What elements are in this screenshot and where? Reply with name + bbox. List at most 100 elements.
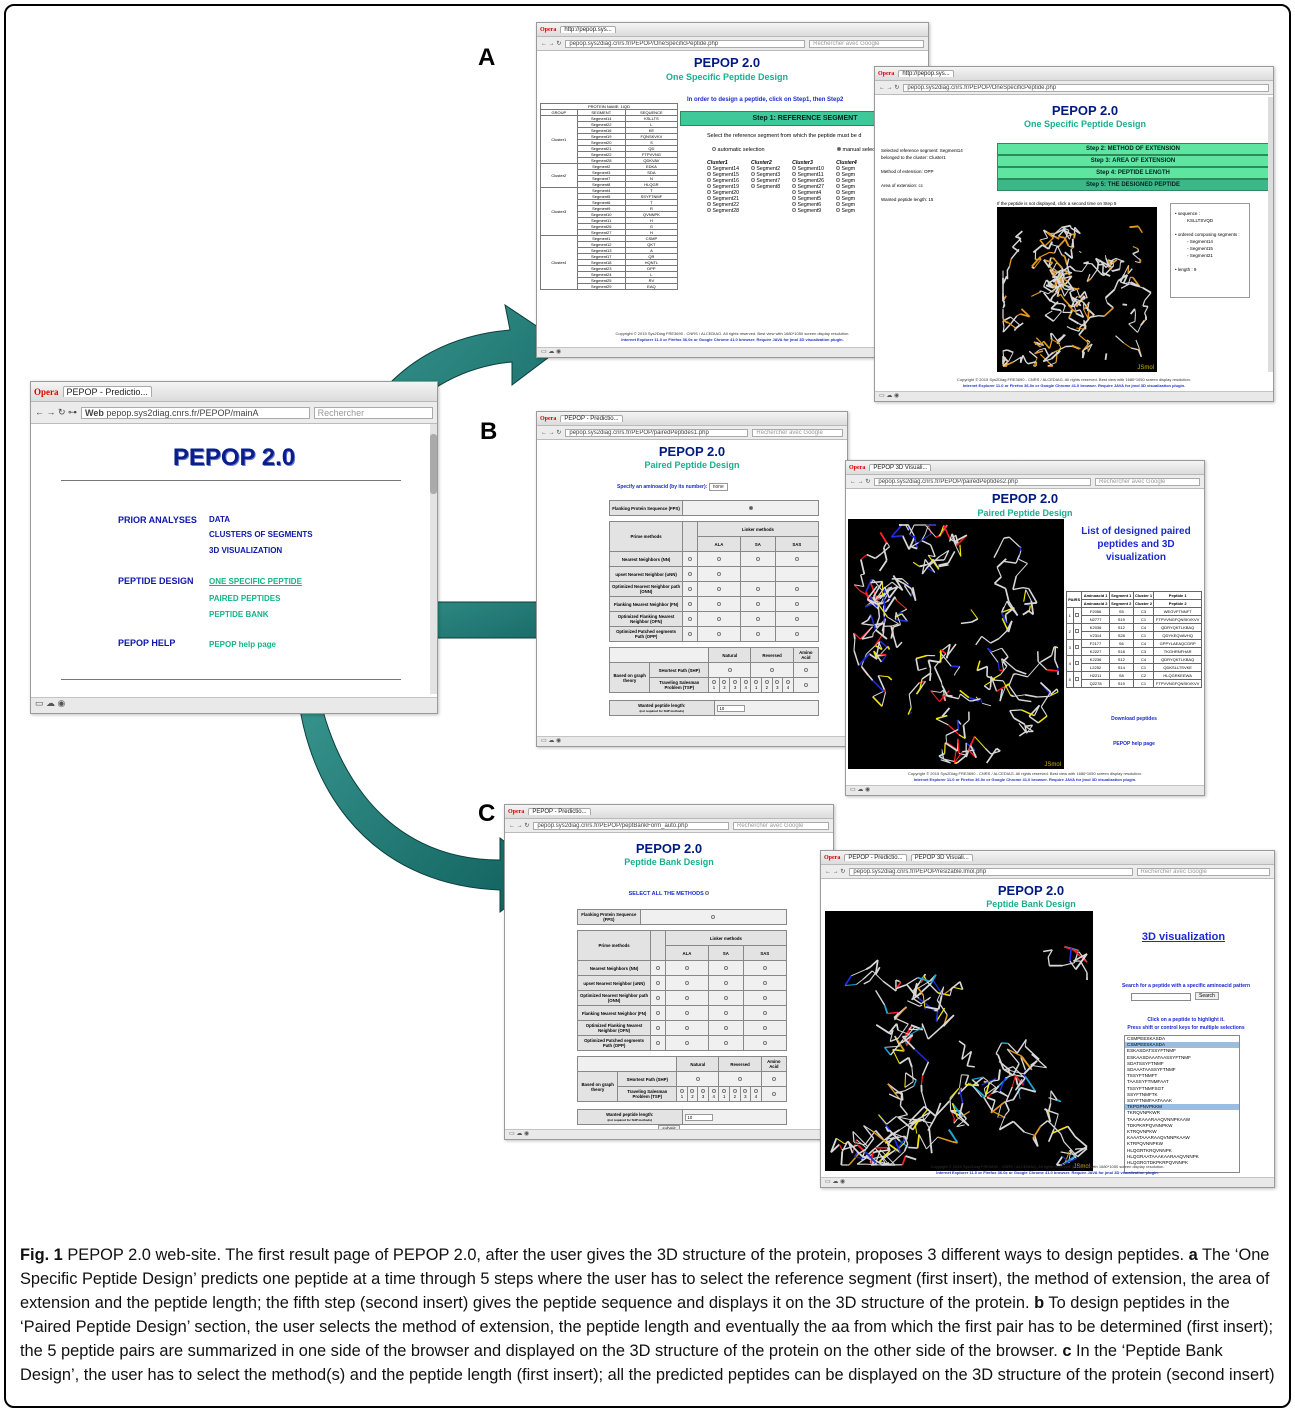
fps-radio[interactable]: [711, 914, 716, 919]
graph-radio[interactable]: [743, 680, 748, 684]
scrollbar[interactable]: [430, 424, 437, 694]
radio[interactable]: [707, 190, 711, 194]
graph-radio[interactable]: [701, 1089, 706, 1093]
graph-radio[interactable]: [679, 1089, 684, 1093]
tab-main[interactable]: PEPOP - Predictio...: [62, 386, 152, 397]
tab[interactable]: PEPOP - Predictio...: [844, 854, 907, 861]
help-link[interactable]: PEPOP help page: [1066, 741, 1202, 747]
method-radio[interactable]: [684, 1010, 689, 1015]
graph-radio[interactable]: [722, 680, 727, 684]
graph-radio[interactable]: [690, 1089, 695, 1093]
search-field[interactable]: Rechercher avec Google: [752, 428, 843, 437]
method-radio[interactable]: [755, 556, 760, 561]
opera-logo[interactable]: Opera: [508, 809, 524, 815]
radio[interactable]: [792, 166, 797, 170]
menu-link-3d[interactable]: 3D VISUALIZATION: [209, 546, 282, 555]
specify-select[interactable]: none: [708, 483, 728, 491]
auto-selection[interactable]: automatic selection: [712, 147, 765, 153]
graph-radio[interactable]: [764, 680, 769, 684]
pair-checkbox[interactable]: [1075, 677, 1080, 681]
molecule-viewer-c[interactable]: JSmol: [825, 911, 1093, 1171]
pair-row[interactable]: L2252 S14 C1 QDKSLLTSVKE: [1067, 663, 1202, 672]
nav-icons[interactable]: ← → ↻: [850, 478, 870, 485]
wanted-length-input[interactable]: 10: [716, 704, 746, 712]
graph-radio[interactable]: [711, 680, 716, 684]
step4-bar[interactable]: Step 4: PEPTIDE LENGTH: [997, 167, 1269, 179]
nav-icons[interactable]: ← → ↻: [541, 429, 561, 436]
radio[interactable]: [836, 184, 841, 188]
method-radio[interactable]: [687, 556, 692, 561]
tab[interactable]: PEPOP - Predictio...: [560, 415, 623, 422]
nav-icons[interactable]: ← → ↻: [879, 84, 899, 91]
method-radio[interactable]: [794, 631, 799, 636]
tab[interactable]: http://pepop.sys...: [560, 26, 616, 33]
step2-bar[interactable]: Step 2: METHOD OF EXTENSION: [997, 143, 1269, 155]
radio[interactable]: [836, 202, 841, 206]
menu-link-bank[interactable]: PEPTIDE BANK: [209, 610, 269, 619]
radio[interactable]: [707, 172, 711, 176]
radio[interactable]: [836, 172, 841, 176]
method-radio[interactable]: [755, 601, 760, 606]
graph-radio[interactable]: [727, 667, 732, 672]
nav-icons[interactable]: ← → ↻ ⊶: [35, 407, 77, 418]
graph-radio[interactable]: [695, 1076, 700, 1081]
radio[interactable]: [750, 184, 755, 188]
radio[interactable]: [792, 178, 797, 182]
radio[interactable]: [836, 190, 841, 194]
pattern-input[interactable]: [1131, 993, 1191, 1001]
radio[interactable]: [707, 202, 711, 206]
radio[interactable]: [707, 208, 711, 212]
tab[interactable]: PEPOP - Predictio...: [528, 808, 591, 815]
url-field[interactable]: pepop.sys2diag.cnrs.fr/PEPOP/pairedPepti…: [565, 428, 749, 437]
method-radio[interactable]: [655, 1025, 660, 1030]
method-radio[interactable]: [684, 965, 689, 970]
tab[interactable]: PEPOP 3D Visuali...: [869, 464, 932, 471]
radio[interactable]: [707, 178, 711, 182]
pair-row[interactable]: 1 F2056 S5 C3 WEGVFTNNFT: [1066, 607, 1202, 624]
method-radio[interactable]: [687, 631, 692, 636]
radio[interactable]: [792, 202, 797, 206]
method-radio[interactable]: [684, 1025, 689, 1030]
nav-icons[interactable]: ← → ↻: [825, 868, 845, 875]
segment-radio-item[interactable]: Segment9: [792, 208, 824, 214]
search-field[interactable]: Rechercher avec Google: [809, 39, 924, 48]
radio[interactable]: [707, 196, 711, 200]
method-radio[interactable]: [716, 586, 721, 591]
method-radio[interactable]: [716, 631, 721, 636]
graph-radio[interactable]: [738, 1076, 743, 1081]
method-radio[interactable]: [684, 1040, 689, 1045]
opera-logo[interactable]: Opera: [878, 71, 894, 77]
method-radio[interactable]: [762, 1040, 767, 1045]
opera-logo[interactable]: Opera: [540, 27, 556, 33]
graph-radio[interactable]: [803, 667, 808, 672]
peptide-list[interactable]: CSMPEESKASDA CSMPEESKASDA ESKASDATSSYFTNMF…: [1124, 1035, 1240, 1173]
pair-row[interactable]: 5 H2211 S8 C2 HLQGRKEEWA: [1066, 671, 1202, 688]
method-radio[interactable]: [794, 601, 799, 606]
radio[interactable]: [750, 172, 755, 176]
method-radio[interactable]: [762, 1010, 767, 1015]
url-field[interactable]: pepop.sys2diag.cnrs.fr/PEPOP/OneSpecific…: [565, 39, 806, 48]
menu-link-one-specific[interactable]: ONE SPECIFIC PEPTIDE: [209, 577, 302, 586]
pair-row[interactable]: V2314 S28 C1 QDYKEQVAVHQ: [1067, 631, 1202, 640]
menu-link-clusters[interactable]: CLUSTERS OF SEGMENTS: [209, 530, 313, 539]
step3-bar[interactable]: Step 3: AREA OF EXTENSION: [997, 155, 1269, 167]
method-radio[interactable]: [762, 1025, 767, 1030]
method-radio[interactable]: [684, 980, 689, 985]
pair-row[interactable]: 4 K2236 S12 C4 QDRYQKTLKBAQ: [1066, 655, 1202, 672]
molecule-viewer-b[interactable]: JSmol: [848, 519, 1064, 769]
search-button[interactable]: Search: [1195, 992, 1219, 1000]
fps-radio[interactable]: [748, 505, 753, 510]
select-all-methods[interactable]: SELECT ALL THE METHODS: [505, 891, 833, 897]
tab[interactable]: PEPOP 3D Visuali...: [910, 854, 973, 861]
method-radio[interactable]: [755, 616, 760, 621]
method-radio[interactable]: [687, 601, 692, 606]
method-radio[interactable]: [723, 980, 728, 985]
radio[interactable]: [792, 208, 797, 212]
search-field[interactable]: Rechercher avec Google: [1095, 477, 1200, 486]
method-radio[interactable]: [723, 965, 728, 970]
method-radio[interactable]: [716, 616, 721, 621]
url-field[interactable]: pepop.sys2diag.cnrs.fr/PEPOP/peptBankFor…: [533, 821, 729, 830]
pair-checkbox[interactable]: [1075, 645, 1080, 649]
radio[interactable]: [836, 196, 841, 200]
search-field[interactable]: Rechercher avec Google: [733, 821, 829, 830]
